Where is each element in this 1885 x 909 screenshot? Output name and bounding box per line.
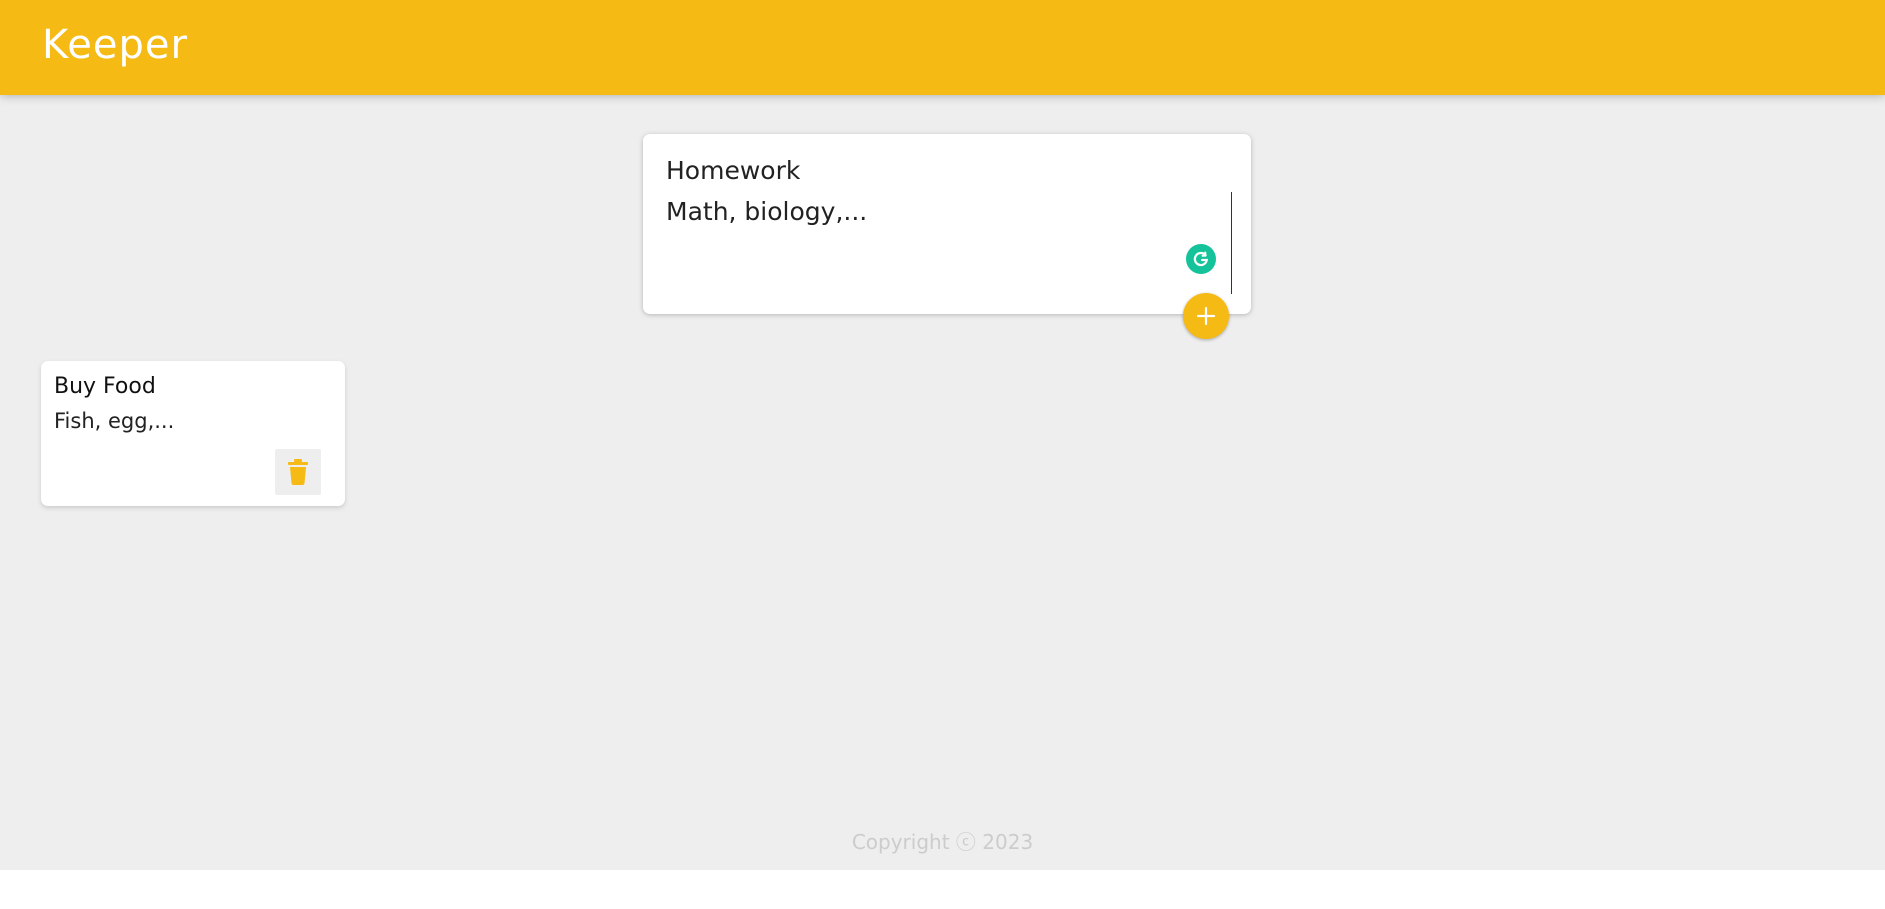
delete-note-button[interactable]: [275, 449, 321, 495]
create-note-form: Math, biology,...: [643, 134, 1251, 314]
footer: Copyright ⓒ 2023: [0, 826, 1885, 855]
app-header: Keeper: [0, 0, 1885, 95]
grammarly-g-icon: [1193, 251, 1209, 267]
copyright-text: Copyright ⓒ 2023: [851, 830, 1034, 854]
trash-icon: [288, 459, 308, 485]
app-title: Keeper: [42, 22, 188, 68]
add-note-button[interactable]: [1183, 293, 1229, 339]
text-cursor: [1231, 192, 1232, 294]
note-content: Fish, egg,...: [54, 409, 175, 433]
note-card: Buy Food Fish, egg,...: [41, 361, 345, 506]
note-title-input[interactable]: [666, 156, 1206, 185]
grammarly-icon[interactable]: [1186, 244, 1216, 274]
plus-icon: [1196, 306, 1216, 326]
app-root: Keeper Math, biology,... Buy Food Fish, …: [0, 0, 1885, 870]
note-content-input[interactable]: Math, biology,...: [666, 196, 1206, 286]
note-title: Buy Food: [54, 374, 156, 399]
